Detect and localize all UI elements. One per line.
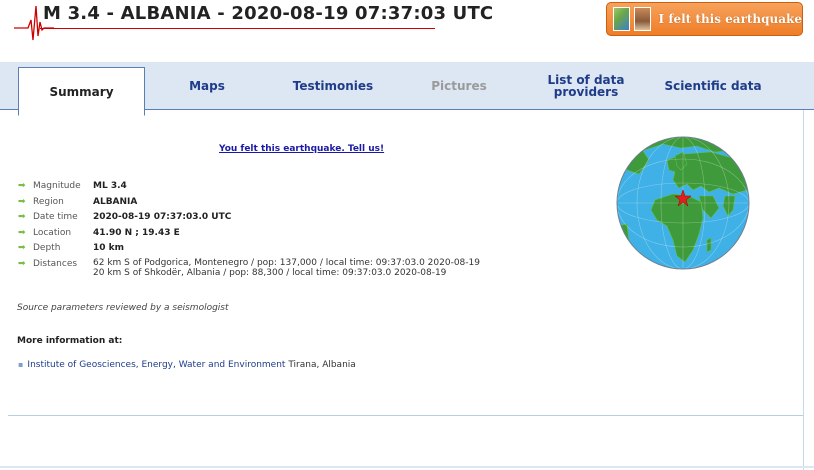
- tab-scientific-data-label: Scientific data: [664, 79, 762, 93]
- param-key: Depth: [33, 243, 61, 253]
- depth-value: 10 km: [93, 243, 125, 253]
- param-row-datetime: ➡ Date time 2020-08-19 07:37:03.0 UTC: [18, 211, 480, 227]
- tab-list-of-data-providers-label: List of data providers: [547, 73, 625, 99]
- content-divider: [8, 415, 804, 416]
- felt-button-label: I felt this earthquake: [658, 12, 802, 26]
- tab-maps[interactable]: Maps: [168, 62, 246, 110]
- tab-testimonies[interactable]: Testimonies: [283, 62, 383, 110]
- distance-line: 62 km S of Podgorica, Montenegro / pop: …: [93, 257, 480, 268]
- distance-line: 20 km S of Shkodër, Albania / pop: 88,30…: [93, 267, 447, 278]
- institute-link[interactable]: Institute of Geosciences, Energy, Water …: [27, 360, 285, 370]
- tab-bar: Summary Maps Testimonies Pictures List o…: [0, 62, 814, 116]
- right-border: [803, 110, 804, 470]
- param-key: Location: [33, 227, 72, 238]
- datetime-value: 2020-08-19 07:37:03.0 UTC: [93, 212, 232, 222]
- tab-summary[interactable]: Summary: [18, 67, 145, 116]
- param-row-distances: ➡ Distances 62 km S of Podgorica, Monten…: [18, 258, 480, 286]
- param-row-region: ➡ Region ALBANIA: [18, 196, 480, 212]
- building-thumbnail-icon: [633, 7, 651, 31]
- green-arrow-icon: ➡: [18, 212, 26, 222]
- distances-value: 62 km S of Podgorica, Montenegro / pop: …: [93, 258, 480, 278]
- bullet-icon: ▪: [18, 360, 24, 369]
- bottom-border: [0, 466, 814, 468]
- page-title: M 3.4 - ALBANIA - 2020-08-19 07:37:03 UT…: [43, 3, 494, 24]
- param-key: Date time: [33, 212, 78, 222]
- review-note: Source parameters reviewed by a seismolo…: [17, 303, 229, 313]
- institute-location: Tirana, Albania: [285, 360, 356, 370]
- i-felt-this-earthquake-button[interactable]: I felt this earthquake: [606, 2, 803, 36]
- tab-maps-label: Maps: [189, 79, 225, 93]
- more-information-heading: More information at:: [17, 336, 123, 346]
- title-underline: [40, 28, 435, 29]
- param-row-depth: ➡ Depth 10 km: [18, 242, 480, 258]
- tab-testimonies-label: Testimonies: [292, 79, 374, 93]
- param-key: Distances: [33, 258, 78, 269]
- green-arrow-icon: ➡: [18, 243, 26, 253]
- magnitude-value: ML 3.4: [93, 181, 127, 191]
- tab-pictures-label: Pictures: [431, 79, 487, 93]
- green-arrow-icon: ➡: [18, 258, 26, 269]
- green-arrow-icon: ➡: [18, 196, 26, 207]
- felt-earthquake-link[interactable]: You felt this earthquake. Tell us!: [219, 144, 384, 154]
- epicenter-globe-map: [616, 136, 750, 270]
- tab-list-of-data-providers[interactable]: List of data providers: [537, 62, 635, 110]
- tab-scientific-data[interactable]: Scientific data: [662, 62, 764, 110]
- institute-item: ▪ Institute of Geosciences, Energy, Water…: [18, 360, 356, 370]
- param-key: Region: [33, 196, 64, 207]
- landscape-thumbnail-icon: [613, 7, 630, 31]
- param-row-location: ➡ Location 41.90 N ; 19.43 E: [18, 227, 480, 243]
- region-value: ALBANIA: [93, 196, 138, 207]
- summary-panel: You felt this earthquake. Tell us! ➡ Mag…: [0, 111, 814, 416]
- green-arrow-icon: ➡: [18, 181, 26, 191]
- green-arrow-icon: ➡: [18, 227, 26, 238]
- param-row-magnitude: ➡ Magnitude ML 3.4: [18, 180, 480, 196]
- tab-pictures: Pictures: [420, 62, 498, 110]
- location-value: 41.90 N ; 19.43 E: [93, 227, 180, 238]
- tab-summary-label: Summary: [49, 84, 114, 99]
- page-header: M 3.4 - ALBANIA - 2020-08-19 07:37:03 UT…: [0, 0, 814, 46]
- param-key: Magnitude: [33, 181, 81, 191]
- source-parameters: ➡ Magnitude ML 3.4 ➡ Region ALBANIA ➡ Da…: [18, 180, 480, 286]
